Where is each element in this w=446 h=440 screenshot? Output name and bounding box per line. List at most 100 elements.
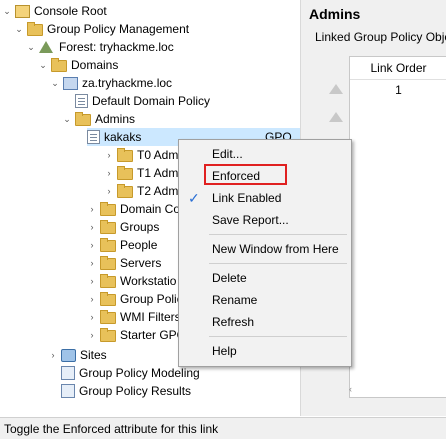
tree-item-default-domain-policy[interactable]: Default Domain Policy [75, 92, 210, 110]
menu-item-refresh[interactable]: Refresh [179, 311, 351, 333]
menu-item-save-report[interactable]: Save Report... [179, 209, 351, 231]
collapse-icon[interactable]: ⌄ [50, 74, 60, 92]
tree-label: Starter GPO [120, 328, 187, 342]
expand-icon[interactable]: › [87, 290, 97, 308]
gpo-container-icon [100, 292, 116, 306]
menu-item-link-enabled[interactable]: ✓ Link Enabled [179, 187, 351, 209]
expand-icon[interactable]: › [87, 308, 97, 326]
menu-separator [209, 336, 347, 337]
collapse-icon[interactable]: ⌄ [14, 20, 24, 38]
tree-label: za.tryhackme.loc [82, 76, 173, 90]
enforced-highlight-box [204, 164, 287, 185]
tree-label: T0 Adm [137, 148, 179, 162]
tree-item-servers[interactable]: › Servers [87, 254, 161, 272]
tree-item-workstations[interactable]: › Workstatio [87, 272, 176, 290]
domain-icon [63, 76, 78, 90]
tree-item-groups[interactable]: › Groups [87, 218, 159, 236]
tree-label: Workstatio [120, 274, 177, 288]
expand-icon[interactable]: › [87, 254, 97, 272]
tree-label: Group Policy Results [79, 384, 192, 398]
header-divider [350, 79, 446, 80]
tree-item-starter-gpos[interactable]: › Starter GPO [87, 326, 186, 344]
tree-item-console-root[interactable]: ⌄ Console Root [2, 2, 107, 20]
link-order-cell[interactable]: 1 [350, 83, 446, 97]
ou-folder-icon [117, 184, 133, 198]
tree-item-sites[interactable]: › Sites [48, 346, 107, 364]
tree-label: Groups [120, 220, 160, 234]
ou-folder-icon [117, 166, 133, 180]
collapse-icon[interactable]: ⌄ [62, 110, 72, 128]
tree-label: Domains [71, 58, 119, 72]
tree-label: Forest: tryhackme.loc [59, 40, 174, 54]
expand-icon[interactable]: › [87, 272, 97, 290]
tree-item-gp-results[interactable]: Group Policy Results [61, 382, 191, 400]
menu-item-help[interactable]: Help [179, 340, 351, 362]
tree-label: Console Root [34, 4, 107, 18]
tree-item-t1-admins[interactable]: › T1 Adm [104, 164, 178, 182]
expand-icon[interactable]: › [87, 200, 97, 218]
tree-label: Group Polic [120, 292, 183, 306]
expand-icon[interactable]: › [87, 326, 97, 344]
ou-folder-icon [100, 220, 116, 234]
tree-label: People [120, 238, 158, 252]
move-up-icon[interactable] [329, 112, 343, 122]
tab-linked-gpos[interactable]: Linked Group Policy Object [315, 30, 446, 44]
tree-label: Group Policy Management [47, 22, 190, 36]
expand-icon[interactable]: › [104, 182, 114, 200]
results-icon [61, 384, 75, 398]
pane-title: Admins [309, 6, 361, 22]
gpo-link-icon [75, 94, 88, 108]
tree-item-domains[interactable]: ⌄ Domains [38, 56, 118, 74]
collapse-icon[interactable]: ⌄ [38, 56, 48, 74]
starter-gpo-icon [100, 328, 116, 342]
menu-separator [209, 234, 347, 235]
tree-label: Default Domain Policy [92, 94, 211, 108]
ou-folder-icon [100, 202, 116, 216]
forest-icon [39, 41, 53, 53]
tree-label: Admins [95, 112, 136, 126]
expand-icon[interactable]: › [87, 236, 97, 254]
tree-item-domain-controllers[interactable]: › Domain Co [87, 200, 180, 218]
expand-icon[interactable]: › [87, 218, 97, 236]
console-root-icon [15, 5, 30, 18]
move-up-top-icon[interactable] [329, 84, 343, 94]
tree-item-domain[interactable]: ⌄ za.tryhackme.loc [50, 74, 172, 92]
modeling-icon [61, 366, 75, 380]
expand-icon[interactable]: › [104, 146, 114, 164]
tree-label: Sites [80, 348, 107, 362]
menu-separator [209, 263, 347, 264]
tree-item-group-policy-objects[interactable]: › Group Polic [87, 290, 183, 308]
expand-icon[interactable]: › [104, 164, 114, 182]
ou-folder-icon [117, 148, 133, 162]
menu-item-new-window[interactable]: New Window from Here [179, 238, 351, 260]
tree-item-t0-admins[interactable]: › T0 Adm [104, 146, 178, 164]
menu-item-label: Link Enabled [212, 191, 282, 205]
column-header-link-order[interactable]: Link Order [350, 61, 446, 75]
expand-icon[interactable]: › [48, 346, 58, 364]
status-bar: Toggle the Enforced attribute for this l… [0, 417, 446, 439]
menu-item-edit[interactable]: Edit... [179, 143, 351, 165]
ou-folder-icon [75, 112, 91, 126]
linked-gpo-list[interactable]: Link Order 1 [349, 56, 446, 398]
scroll-left-icon[interactable]: ‹ [349, 384, 359, 394]
wmi-filter-icon [100, 310, 116, 324]
sites-icon [61, 348, 76, 362]
collapse-icon[interactable]: ⌄ [2, 2, 12, 20]
tree-label: Servers [120, 256, 162, 270]
menu-item-delete[interactable]: Delete [179, 267, 351, 289]
tree-item-people[interactable]: › People [87, 236, 157, 254]
tree-item-gpm[interactable]: ⌄ Group Policy Management [14, 20, 189, 38]
tree-label: T2 Adm [137, 184, 179, 198]
collapse-icon[interactable]: ⌄ [26, 38, 36, 56]
tree-item-admins[interactable]: ⌄ Admins [62, 110, 135, 128]
tree-label: T1 Adm [137, 166, 179, 180]
tree-label: Domain Co [120, 202, 181, 216]
tree-item-wmi-filters[interactable]: › WMI Filters [87, 308, 181, 326]
tree-item-t2-admins[interactable]: › T2 Adm [104, 182, 178, 200]
checkmark-icon: ✓ [188, 190, 200, 206]
ou-folder-icon [100, 238, 116, 252]
gpo-link-icon [87, 130, 100, 144]
tree-item-forest[interactable]: ⌄ Forest: tryhackme.loc [26, 38, 174, 56]
menu-item-rename[interactable]: Rename [179, 289, 351, 311]
tree-label: WMI Filters [120, 310, 181, 324]
